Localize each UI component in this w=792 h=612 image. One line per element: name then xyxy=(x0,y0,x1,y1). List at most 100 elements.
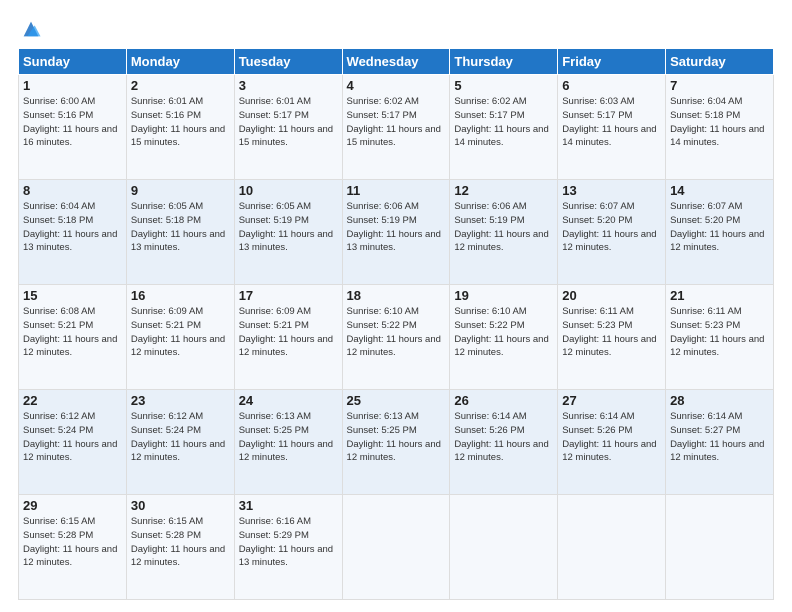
day-number: 26 xyxy=(454,393,553,408)
day-number: 12 xyxy=(454,183,553,198)
calendar-day-4: 4 Sunrise: 6:02 AMSunset: 5:17 PMDayligh… xyxy=(342,75,450,180)
calendar-day-19: 19 Sunrise: 6:10 AMSunset: 5:22 PMDaylig… xyxy=(450,285,558,390)
calendar-day-22: 22 Sunrise: 6:12 AMSunset: 5:24 PMDaylig… xyxy=(19,390,127,495)
day-number: 25 xyxy=(347,393,446,408)
day-info: Sunrise: 6:15 AMSunset: 5:28 PMDaylight:… xyxy=(131,516,225,568)
calendar-empty xyxy=(450,495,558,600)
calendar-day-5: 5 Sunrise: 6:02 AMSunset: 5:17 PMDayligh… xyxy=(450,75,558,180)
day-header-tuesday: Tuesday xyxy=(234,49,342,75)
day-number: 21 xyxy=(670,288,769,303)
calendar-day-27: 27 Sunrise: 6:14 AMSunset: 5:26 PMDaylig… xyxy=(558,390,666,495)
day-number: 3 xyxy=(239,78,338,93)
calendar-day-8: 8 Sunrise: 6:04 AMSunset: 5:18 PMDayligh… xyxy=(19,180,127,285)
day-info: Sunrise: 6:04 AMSunset: 5:18 PMDaylight:… xyxy=(23,201,117,253)
calendar-day-9: 9 Sunrise: 6:05 AMSunset: 5:18 PMDayligh… xyxy=(126,180,234,285)
calendar-day-11: 11 Sunrise: 6:06 AMSunset: 5:19 PMDaylig… xyxy=(342,180,450,285)
day-header-sunday: Sunday xyxy=(19,49,127,75)
calendar-day-31: 31 Sunrise: 6:16 AMSunset: 5:29 PMDaylig… xyxy=(234,495,342,600)
day-info: Sunrise: 6:02 AMSunset: 5:17 PMDaylight:… xyxy=(454,96,548,148)
calendar-empty xyxy=(666,495,774,600)
day-number: 20 xyxy=(562,288,661,303)
calendar-day-23: 23 Sunrise: 6:12 AMSunset: 5:24 PMDaylig… xyxy=(126,390,234,495)
day-info: Sunrise: 6:09 AMSunset: 5:21 PMDaylight:… xyxy=(131,306,225,358)
day-info: Sunrise: 6:13 AMSunset: 5:25 PMDaylight:… xyxy=(347,411,441,463)
day-info: Sunrise: 6:05 AMSunset: 5:19 PMDaylight:… xyxy=(239,201,333,253)
calendar-day-24: 24 Sunrise: 6:13 AMSunset: 5:25 PMDaylig… xyxy=(234,390,342,495)
calendar-day-25: 25 Sunrise: 6:13 AMSunset: 5:25 PMDaylig… xyxy=(342,390,450,495)
day-number: 27 xyxy=(562,393,661,408)
calendar-empty xyxy=(342,495,450,600)
calendar-day-15: 15 Sunrise: 6:08 AMSunset: 5:21 PMDaylig… xyxy=(19,285,127,390)
day-info: Sunrise: 6:12 AMSunset: 5:24 PMDaylight:… xyxy=(23,411,117,463)
day-number: 28 xyxy=(670,393,769,408)
page: SundayMondayTuesdayWednesdayThursdayFrid… xyxy=(0,0,792,612)
day-info: Sunrise: 6:07 AMSunset: 5:20 PMDaylight:… xyxy=(562,201,656,253)
calendar-day-1: 1 Sunrise: 6:00 AMSunset: 5:16 PMDayligh… xyxy=(19,75,127,180)
calendar-week-4: 22 Sunrise: 6:12 AMSunset: 5:24 PMDaylig… xyxy=(19,390,774,495)
day-number: 5 xyxy=(454,78,553,93)
day-info: Sunrise: 6:14 AMSunset: 5:26 PMDaylight:… xyxy=(454,411,548,463)
calendar-day-18: 18 Sunrise: 6:10 AMSunset: 5:22 PMDaylig… xyxy=(342,285,450,390)
calendar-table: SundayMondayTuesdayWednesdayThursdayFrid… xyxy=(18,48,774,600)
day-header-friday: Friday xyxy=(558,49,666,75)
day-info: Sunrise: 6:01 AMSunset: 5:17 PMDaylight:… xyxy=(239,96,333,148)
header xyxy=(18,18,774,40)
calendar-week-1: 1 Sunrise: 6:00 AMSunset: 5:16 PMDayligh… xyxy=(19,75,774,180)
calendar-day-6: 6 Sunrise: 6:03 AMSunset: 5:17 PMDayligh… xyxy=(558,75,666,180)
day-info: Sunrise: 6:14 AMSunset: 5:26 PMDaylight:… xyxy=(562,411,656,463)
day-info: Sunrise: 6:11 AMSunset: 5:23 PMDaylight:… xyxy=(562,306,656,358)
day-info: Sunrise: 6:06 AMSunset: 5:19 PMDaylight:… xyxy=(454,201,548,253)
day-number: 18 xyxy=(347,288,446,303)
day-number: 24 xyxy=(239,393,338,408)
day-number: 6 xyxy=(562,78,661,93)
day-number: 2 xyxy=(131,78,230,93)
calendar-week-2: 8 Sunrise: 6:04 AMSunset: 5:18 PMDayligh… xyxy=(19,180,774,285)
day-info: Sunrise: 6:08 AMSunset: 5:21 PMDaylight:… xyxy=(23,306,117,358)
logo-icon xyxy=(20,18,42,40)
calendar-body: 1 Sunrise: 6:00 AMSunset: 5:16 PMDayligh… xyxy=(19,75,774,600)
day-number: 10 xyxy=(239,183,338,198)
calendar-day-16: 16 Sunrise: 6:09 AMSunset: 5:21 PMDaylig… xyxy=(126,285,234,390)
day-info: Sunrise: 6:00 AMSunset: 5:16 PMDaylight:… xyxy=(23,96,117,148)
calendar-day-17: 17 Sunrise: 6:09 AMSunset: 5:21 PMDaylig… xyxy=(234,285,342,390)
day-header-monday: Monday xyxy=(126,49,234,75)
day-info: Sunrise: 6:01 AMSunset: 5:16 PMDaylight:… xyxy=(131,96,225,148)
calendar-day-7: 7 Sunrise: 6:04 AMSunset: 5:18 PMDayligh… xyxy=(666,75,774,180)
day-info: Sunrise: 6:07 AMSunset: 5:20 PMDaylight:… xyxy=(670,201,764,253)
calendar-day-10: 10 Sunrise: 6:05 AMSunset: 5:19 PMDaylig… xyxy=(234,180,342,285)
calendar-day-3: 3 Sunrise: 6:01 AMSunset: 5:17 PMDayligh… xyxy=(234,75,342,180)
day-info: Sunrise: 6:13 AMSunset: 5:25 PMDaylight:… xyxy=(239,411,333,463)
day-number: 31 xyxy=(239,498,338,513)
day-number: 15 xyxy=(23,288,122,303)
day-header-thursday: Thursday xyxy=(450,49,558,75)
day-header-wednesday: Wednesday xyxy=(342,49,450,75)
day-number: 29 xyxy=(23,498,122,513)
day-info: Sunrise: 6:02 AMSunset: 5:17 PMDaylight:… xyxy=(347,96,441,148)
day-number: 13 xyxy=(562,183,661,198)
day-info: Sunrise: 6:11 AMSunset: 5:23 PMDaylight:… xyxy=(670,306,764,358)
day-info: Sunrise: 6:05 AMSunset: 5:18 PMDaylight:… xyxy=(131,201,225,253)
day-number: 8 xyxy=(23,183,122,198)
day-info: Sunrise: 6:10 AMSunset: 5:22 PMDaylight:… xyxy=(347,306,441,358)
calendar-week-5: 29 Sunrise: 6:15 AMSunset: 5:28 PMDaylig… xyxy=(19,495,774,600)
day-number: 19 xyxy=(454,288,553,303)
day-number: 14 xyxy=(670,183,769,198)
day-number: 30 xyxy=(131,498,230,513)
day-number: 23 xyxy=(131,393,230,408)
calendar-header-row: SundayMondayTuesdayWednesdayThursdayFrid… xyxy=(19,49,774,75)
calendar-day-29: 29 Sunrise: 6:15 AMSunset: 5:28 PMDaylig… xyxy=(19,495,127,600)
day-info: Sunrise: 6:10 AMSunset: 5:22 PMDaylight:… xyxy=(454,306,548,358)
day-info: Sunrise: 6:16 AMSunset: 5:29 PMDaylight:… xyxy=(239,516,333,568)
day-info: Sunrise: 6:04 AMSunset: 5:18 PMDaylight:… xyxy=(670,96,764,148)
day-number: 1 xyxy=(23,78,122,93)
day-number: 16 xyxy=(131,288,230,303)
calendar-day-28: 28 Sunrise: 6:14 AMSunset: 5:27 PMDaylig… xyxy=(666,390,774,495)
day-header-saturday: Saturday xyxy=(666,49,774,75)
day-info: Sunrise: 6:06 AMSunset: 5:19 PMDaylight:… xyxy=(347,201,441,253)
day-info: Sunrise: 6:14 AMSunset: 5:27 PMDaylight:… xyxy=(670,411,764,463)
day-info: Sunrise: 6:12 AMSunset: 5:24 PMDaylight:… xyxy=(131,411,225,463)
day-info: Sunrise: 6:15 AMSunset: 5:28 PMDaylight:… xyxy=(23,516,117,568)
calendar-day-30: 30 Sunrise: 6:15 AMSunset: 5:28 PMDaylig… xyxy=(126,495,234,600)
day-number: 9 xyxy=(131,183,230,198)
calendar-day-14: 14 Sunrise: 6:07 AMSunset: 5:20 PMDaylig… xyxy=(666,180,774,285)
